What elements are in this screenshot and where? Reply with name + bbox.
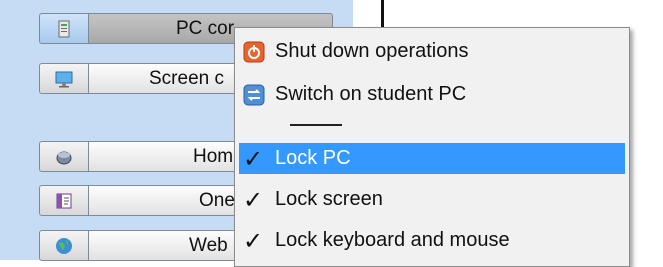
menu-separator [290, 124, 342, 126]
checkmark-icon: ✓ [242, 144, 264, 173]
globe-icon-box [39, 230, 89, 261]
pc-control-icon-box [39, 13, 89, 44]
onenote-icon-box [39, 185, 89, 216]
homework-icon-box [39, 141, 89, 172]
menu-item-label: Lock PC [275, 147, 351, 169]
menu-item-lock-screen[interactable]: ✓ Lock screen [239, 184, 625, 215]
switch-icon [242, 83, 266, 107]
menu-item-label: Shut down operations [275, 40, 469, 62]
pc-control-icon [58, 20, 70, 37]
monitor-icon [55, 71, 73, 87]
menu-item-lock-pc[interactable]: ✓ Lock PC [239, 143, 625, 174]
power-icon [242, 40, 266, 64]
homework-icon [56, 151, 72, 164]
menu-item-switch-on[interactable]: Switch on student PC [239, 79, 625, 110]
menu-item-label: Switch on student PC [275, 83, 467, 105]
screen-icon-box [39, 63, 89, 94]
globe-icon [56, 237, 72, 254]
menu-item-lock-keyboard-mouse[interactable]: ✓ Lock keyboard and mouse [239, 225, 625, 256]
menu-item-label: Lock keyboard and mouse [275, 229, 510, 251]
context-menu: Shut down operations Switch on student P… [234, 27, 630, 267]
checkmark-icon: ✓ [242, 185, 264, 214]
checkmark-icon: ✓ [242, 226, 264, 255]
menu-item-shut-down[interactable]: Shut down operations [239, 36, 625, 67]
onenote-icon [56, 193, 72, 208]
menu-item-label: Lock screen [275, 188, 383, 210]
